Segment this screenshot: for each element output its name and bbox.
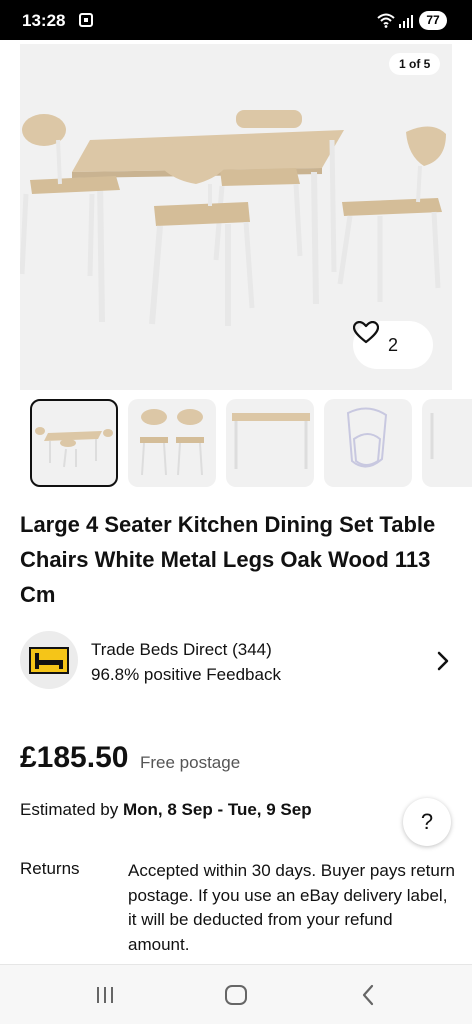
thumbnail-strip	[30, 399, 472, 489]
thumbnail-5[interactable]	[422, 399, 472, 487]
battery-indicator: 77	[419, 11, 447, 30]
estimated-range: Mon, 8 Sep - Tue, 9 Sep	[123, 800, 312, 819]
thumbnail-4[interactable]	[324, 399, 412, 487]
image-counter: 1 of 5	[389, 53, 441, 75]
bed-icon	[29, 647, 69, 674]
thumbnail-1[interactable]	[30, 399, 118, 487]
thumbnail-2[interactable]	[128, 399, 216, 487]
system-navigation-bar	[0, 964, 472, 1024]
estimated-delivery: Estimated by Mon, 8 Sep - Tue, 9 Sep	[20, 800, 312, 820]
price: £185.50	[20, 741, 129, 774]
home-icon[interactable]	[225, 985, 247, 1005]
wifi-icon	[377, 13, 395, 28]
chevron-right-icon[interactable]	[435, 651, 451, 671]
seller-name[interactable]: Trade Beds Direct (344)	[91, 640, 272, 660]
help-button[interactable]: ?	[403, 798, 451, 846]
estimated-prefix: Estimated by	[20, 800, 119, 819]
back-icon[interactable]	[360, 984, 376, 1006]
returns-label: Returns	[20, 859, 80, 878]
watch-count: 2	[387, 334, 398, 355]
status-bar: 13:28 77	[0, 0, 472, 40]
heart-icon	[353, 321, 379, 344]
product-image-gallery[interactable]: 1 of 5 2	[20, 44, 452, 390]
seller-feedback: 96.8% positive Feedback	[91, 665, 281, 684]
postage: Free postage	[140, 753, 241, 772]
listing-title: Large 4 Seater Kitchen Dining Set Table …	[20, 512, 436, 607]
screenshot-icon	[79, 13, 93, 27]
seller-avatar[interactable]	[20, 631, 78, 689]
recents-icon[interactable]	[94, 986, 116, 1004]
status-time: 13:28	[22, 11, 66, 30]
signal-icon	[399, 15, 413, 28]
returns-text: Accepted within 30 days. Buyer pays retu…	[128, 861, 455, 954]
watch-button[interactable]: 2	[353, 321, 433, 369]
thumbnail-3[interactable]	[226, 399, 314, 487]
